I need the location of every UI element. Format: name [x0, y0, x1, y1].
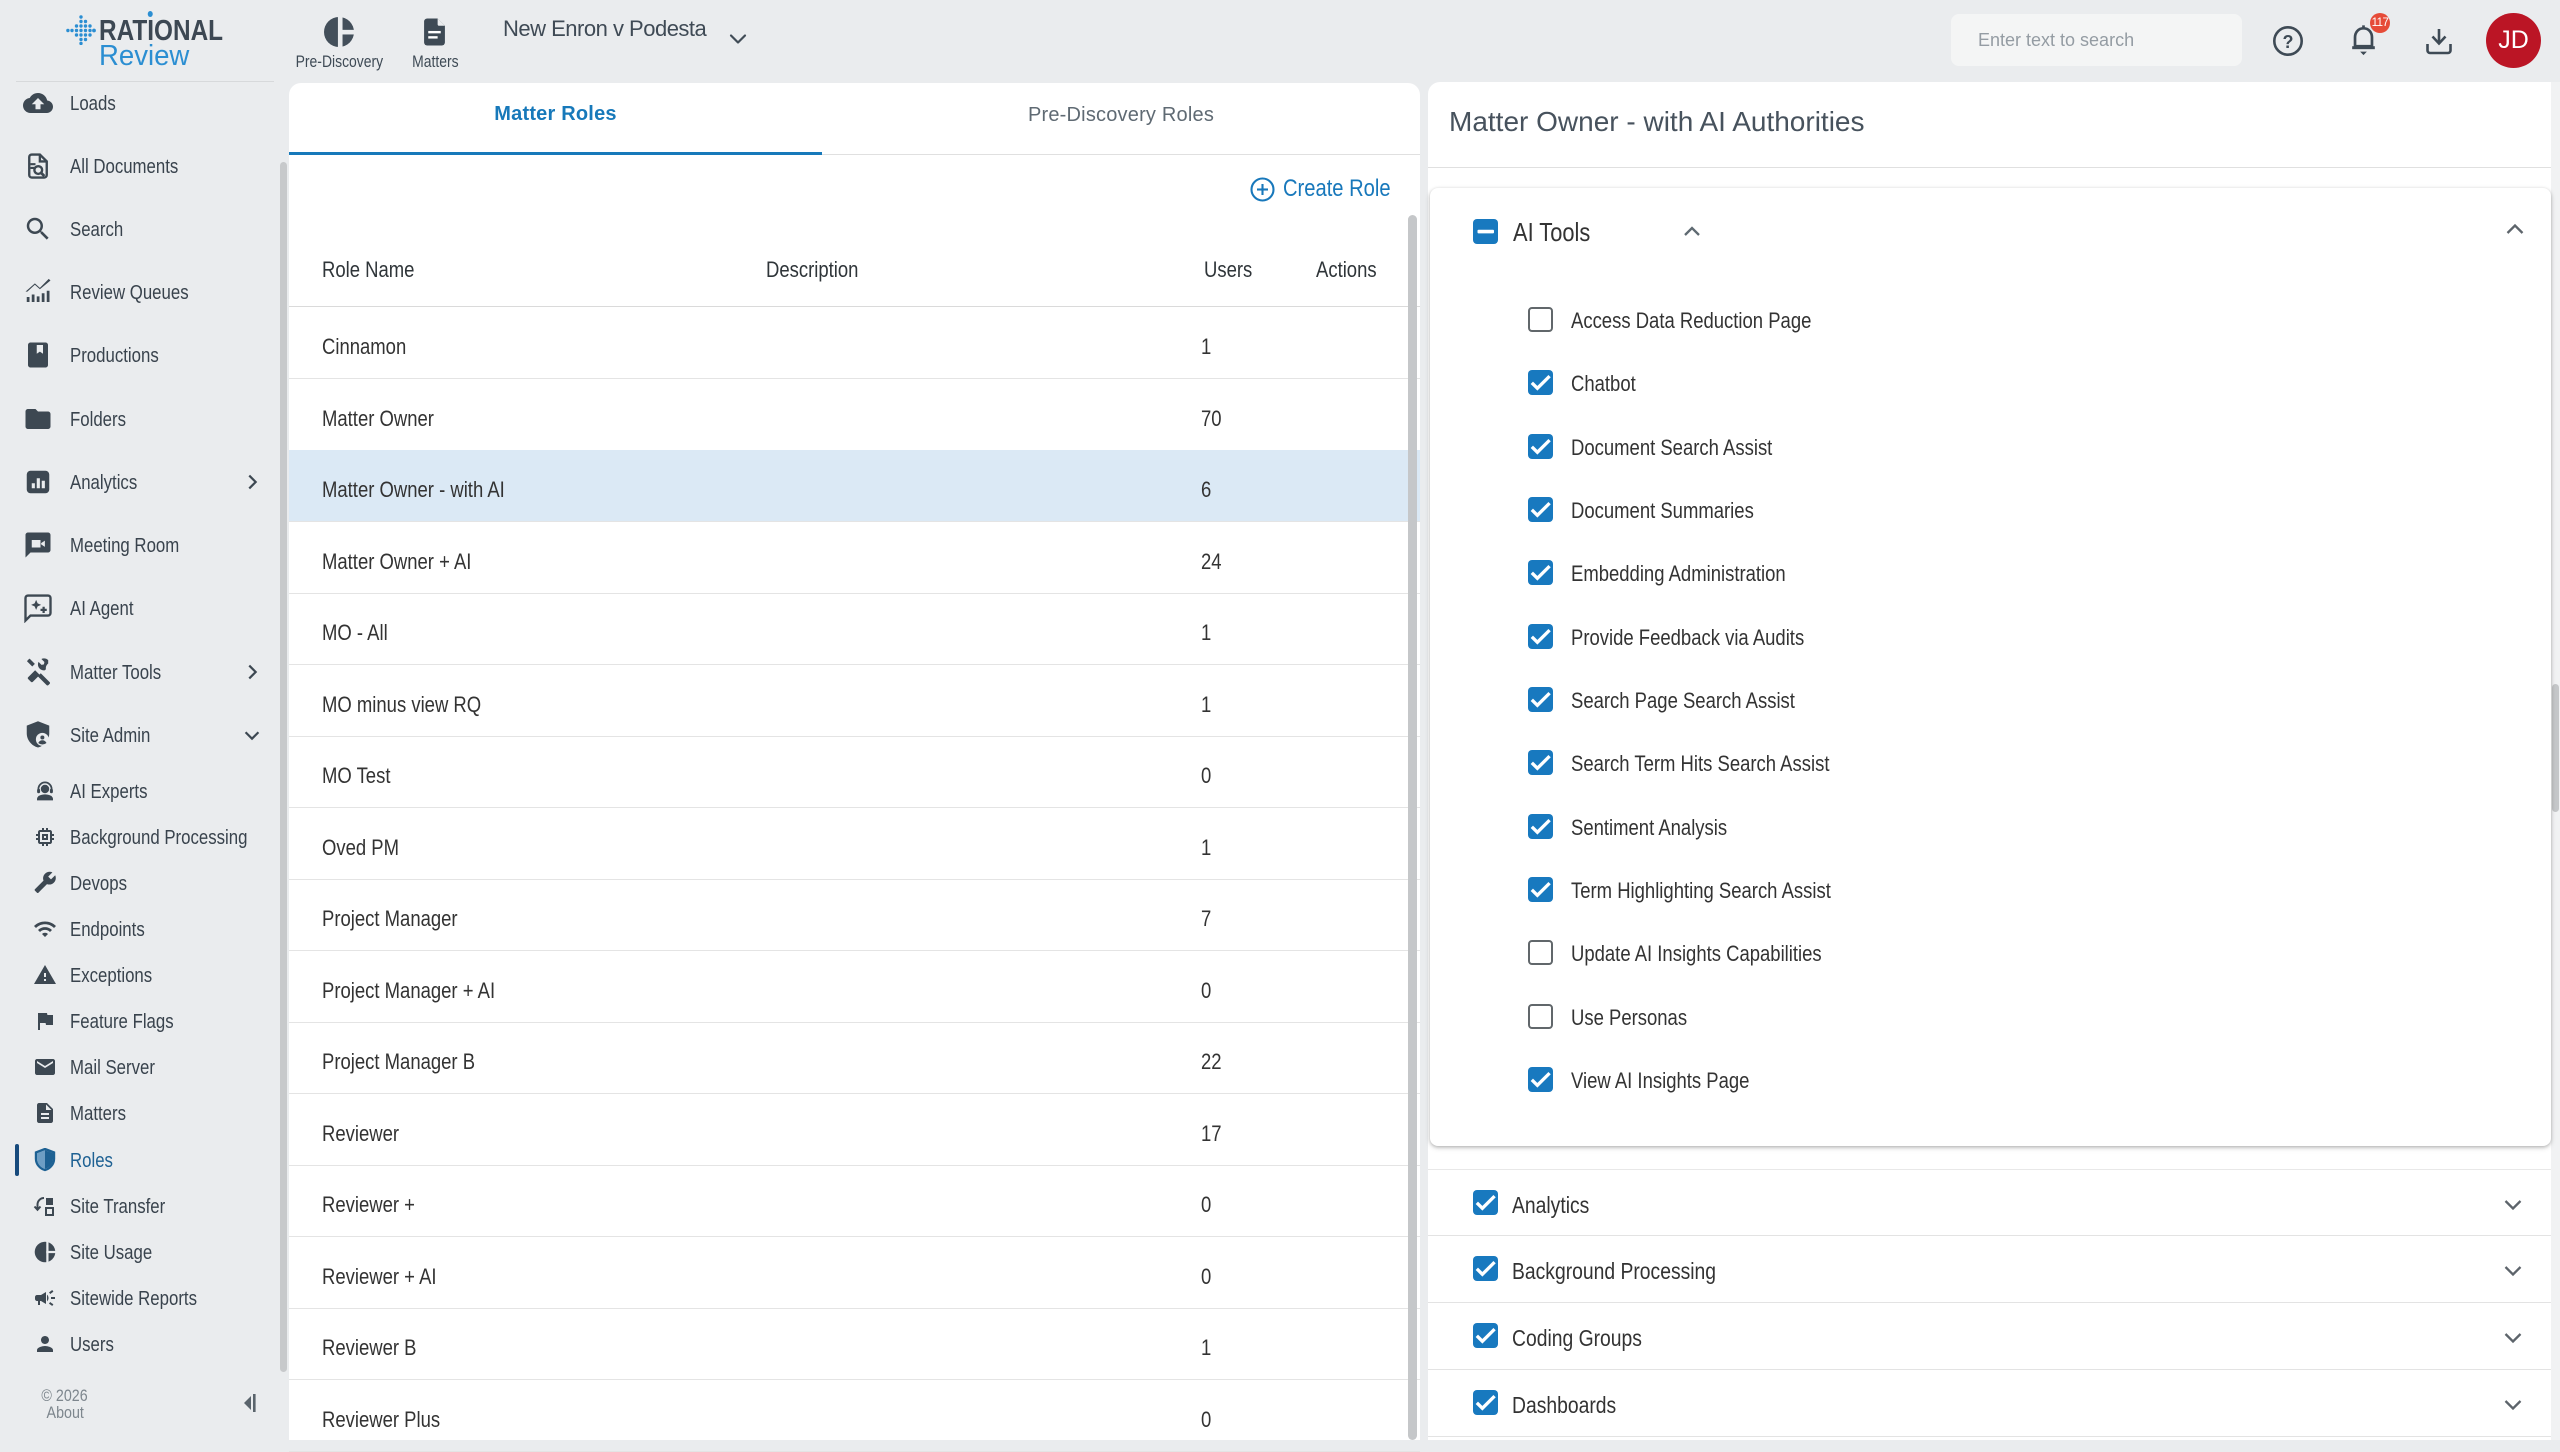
svg-text:?: ?: [2283, 32, 2294, 52]
